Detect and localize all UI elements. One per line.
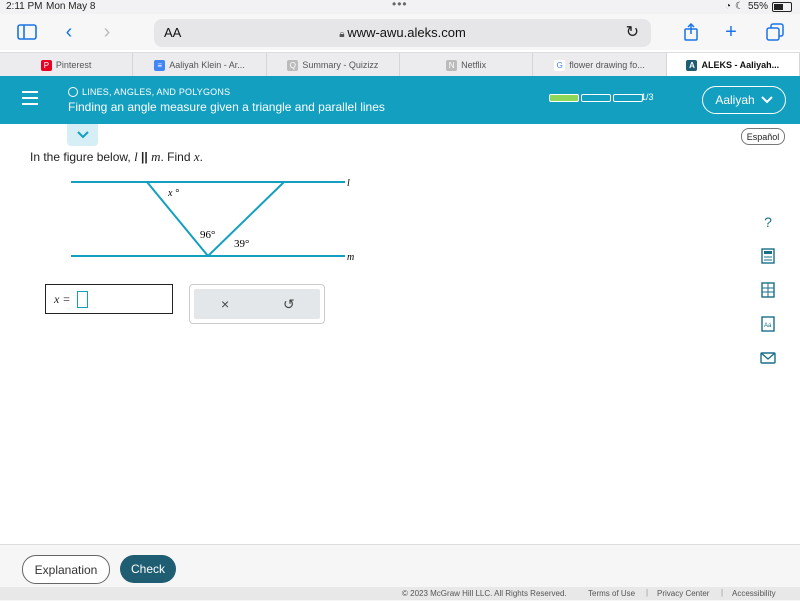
dictionary-icon[interactable]: Aa — [758, 314, 778, 334]
topic-text: LINES, ANGLES, AND POLYGONS — [82, 87, 231, 97]
progress-segment — [613, 94, 643, 102]
footer-separator: | — [646, 588, 649, 597]
page-title: Finding an angle measure given a triangl… — [68, 100, 385, 114]
tab-label: Aaliyah Klein - Ar... — [169, 60, 245, 70]
tab-label: Summary - Quizizz — [302, 60, 379, 70]
wifi-icon: ◔ — [724, 1, 732, 12]
line-m-label: m — [347, 252, 354, 263]
url-text: 🔒︎ www-awu.aleks.com — [154, 25, 651, 40]
forward-icon[interactable]: › — [96, 21, 118, 43]
topic-label: LINES, ANGLES, AND POLYGONS — [68, 87, 230, 97]
topic-circle-icon — [68, 87, 78, 97]
back-icon[interactable]: ‹ — [58, 21, 80, 43]
collapse-header-button[interactable] — [67, 124, 98, 146]
answer-tools-panel: × ↺ — [189, 284, 325, 324]
status-right: ◔ ☾ 55% — [725, 1, 792, 12]
answer-label: x = — [54, 292, 71, 306]
url-bar[interactable]: AA 🔒︎ www-awu.aleks.com ↻ — [154, 19, 651, 47]
tab-favicon-icon: Q — [287, 59, 299, 71]
footer-privacy-link[interactable]: Privacy Center — [657, 589, 709, 598]
aleks-header: LINES, ANGLES, AND POLYGONS Finding an a… — [0, 76, 800, 124]
line-l-label: l — [347, 178, 350, 189]
tab-favicon-icon: G — [554, 59, 566, 71]
chevron-down-icon — [760, 93, 773, 107]
tab-label: ALEKS - Aaliyah... — [701, 60, 780, 70]
espanol-button[interactable]: Español — [741, 128, 785, 145]
browser-tab[interactable]: ≡ Aaliyah Klein - Ar... — [133, 53, 267, 77]
prompt-parallel: || — [141, 150, 148, 164]
battery-percent: 55% — [747, 1, 768, 12]
battery-icon — [772, 1, 792, 12]
tabs-overview-icon[interactable] — [764, 22, 786, 42]
browser-tab[interactable]: Gflower drawing fo... — [533, 53, 667, 77]
reload-icon[interactable]: ↻ — [626, 22, 639, 42]
footer: © 2023 McGraw Hill LLC. All Rights Reser… — [0, 587, 800, 600]
angle-96-label: 96° — [200, 229, 215, 241]
tab-label: Pinterest — [55, 60, 92, 70]
svg-text:Aa: Aa — [764, 323, 772, 329]
browser-tab[interactable]: P Pinterest — [0, 53, 134, 77]
footer-accessibility-link[interactable]: Accessibility — [732, 589, 776, 598]
prompt-m: m — [151, 149, 161, 164]
explanation-button[interactable]: Explanation — [22, 555, 110, 584]
prompt-l: l — [134, 149, 138, 164]
prompt-text-before: In the figure below, — [30, 150, 135, 164]
answer-input-slot[interactable] — [77, 291, 88, 308]
progress-segment — [549, 94, 579, 102]
progress-bar — [549, 94, 643, 102]
prompt-text-after: . Find — [160, 150, 194, 164]
browser-tab[interactable]: N Netflix — [400, 53, 534, 77]
user-name: Aaliyah — [715, 93, 755, 107]
status-bar: 2:11 PM Mon May 8 ••• ◔ ☾ 55% — [0, 0, 800, 14]
share-icon[interactable] — [680, 22, 702, 42]
tab-favicon-icon: A — [686, 59, 698, 71]
sidebar-icon[interactable] — [16, 22, 38, 42]
status-time: 2:11 PM — [6, 1, 43, 12]
new-tab-icon[interactable]: + — [720, 21, 742, 43]
footer-separator: | — [721, 588, 724, 597]
moon-icon: ☾ — [735, 1, 744, 12]
help-icon[interactable]: ? — [758, 212, 778, 232]
geometry-figure: x ° 96° 39° l m — [71, 178, 354, 263]
clear-button[interactable]: × — [221, 296, 229, 312]
tab-label: flower drawing fo... — [569, 60, 645, 70]
browser-tabs: P Pinterest ≡ Aaliyah Klein - Ar... Q Summary… — [0, 52, 800, 78]
data-table-icon[interactable] — [758, 280, 778, 300]
answer-tools-bar: × ↺ — [194, 289, 320, 319]
answer-input-box[interactable]: x = — [45, 284, 173, 314]
url-value: www-awu.aleks.com — [347, 25, 466, 40]
footer-copyright: © 2023 McGraw Hill LLC. All Rights Reser… — [402, 589, 567, 598]
calculator-icon[interactable] — [758, 246, 778, 266]
undo-button[interactable]: ↺ — [283, 296, 295, 313]
footer-terms-link[interactable]: Terms of Use — [588, 589, 635, 598]
prompt-end: . — [199, 150, 203, 164]
angle-x-label: x ° — [167, 188, 179, 199]
tab-favicon-icon: N — [446, 59, 458, 71]
tab-favicon-icon: P — [40, 59, 52, 71]
progress-count: 1/3 — [641, 92, 654, 102]
status-date: Mon May 8 — [46, 1, 96, 12]
user-menu-button[interactable]: Aaliyah — [702, 86, 786, 114]
browser-tab[interactable]: Q Summary - Quizizz — [267, 53, 400, 77]
progress-segment — [581, 94, 611, 102]
chevron-down-icon — [76, 131, 89, 139]
tab-favicon-icon: ≡ — [154, 59, 166, 71]
browser-tab[interactable]: A ALEKS - Aaliyah... — [666, 53, 800, 77]
question-prompt: In the figure below, l || m. Find x. — [30, 149, 203, 165]
angle-39-label: 39° — [234, 238, 249, 250]
menu-icon[interactable] — [22, 91, 38, 105]
multitask-dots-icon[interactable]: ••• — [392, 0, 408, 11]
check-button[interactable]: Check — [120, 555, 176, 583]
tab-label: Netflix — [461, 60, 487, 70]
message-icon[interactable] — [758, 348, 778, 368]
